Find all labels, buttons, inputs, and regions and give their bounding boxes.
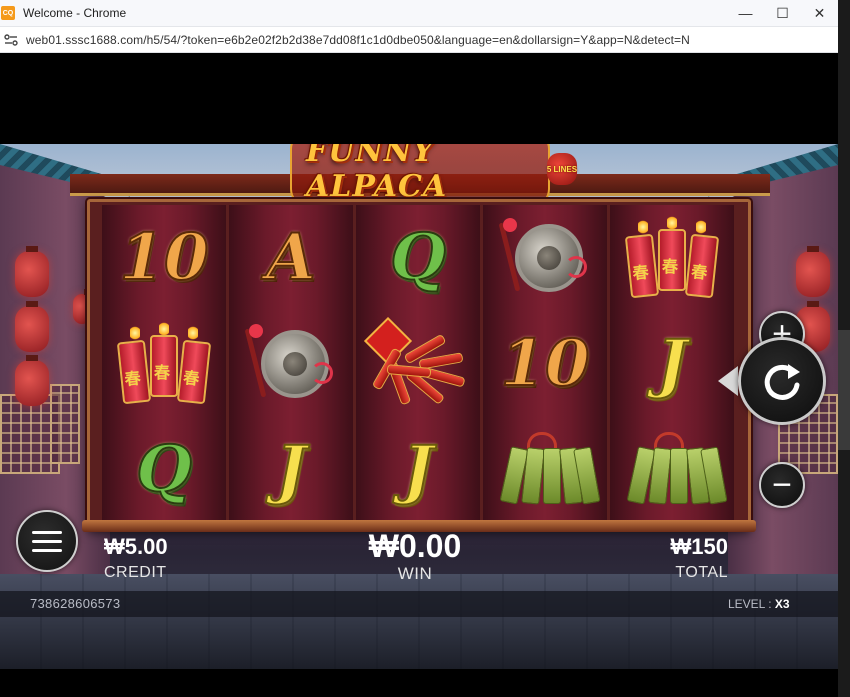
symbol-ten: 10 <box>499 326 590 401</box>
refresh-icon <box>764 364 800 400</box>
reel-symbol: 10 <box>102 205 226 311</box>
address-bar[interactable]: web01.sssc1688.com/h5/54/?token=e6b2e02f… <box>0 27 838 53</box>
level-label: LEVEL : <box>728 597 775 611</box>
bottom-status-bar <box>0 591 838 617</box>
symbol-q: Q <box>389 220 447 295</box>
reel-symbol <box>356 311 480 417</box>
symbol-j: J <box>275 432 307 507</box>
win-value: ₩0.00 <box>368 528 462 564</box>
minimize-button[interactable]: — <box>727 0 764 27</box>
menu-button[interactable] <box>16 510 78 572</box>
firecracker-bundle-icon <box>363 316 473 412</box>
firecrackers-icon: 春 春 春 <box>116 321 212 407</box>
reel-symbol <box>483 205 607 311</box>
bet-level: LEVEL : X3 <box>728 597 790 611</box>
reel-symbol: Q <box>356 205 480 311</box>
reel-symbol: J <box>610 311 734 417</box>
round-id: 738628606573 <box>30 596 121 611</box>
jade-slips-icon <box>624 430 728 510</box>
lines-badge: 5 LINES <box>537 152 587 186</box>
game-logo: FUNNY ALPACA <box>290 144 550 207</box>
lines-badge-text: 5 LINES <box>546 164 578 174</box>
jade-slips-icon <box>497 430 601 510</box>
window-controls: — ☐ ✕ <box>727 0 838 27</box>
reel-symbol: Q <box>102 417 226 523</box>
reel-4: 10 <box>483 205 607 524</box>
hamburger-icon <box>32 530 62 552</box>
reel-symbol: A <box>229 205 353 311</box>
reel-symbol <box>229 311 353 417</box>
symbol-j: J <box>656 326 688 401</box>
reel-symbol <box>610 417 734 523</box>
bet-minus-button[interactable]: − <box>759 462 805 508</box>
credit-label: CREDIT <box>104 564 167 581</box>
gong-icon <box>498 216 587 300</box>
symbol-a: A <box>265 220 317 295</box>
url-text[interactable]: web01.sssc1688.com/h5/54/?token=e6b2e02f… <box>26 33 690 47</box>
win-label: WIN <box>397 564 433 583</box>
app-icon: CQ <box>1 6 15 20</box>
site-info-icon[interactable] <box>4 33 18 47</box>
maximize-button[interactable]: ☐ <box>764 0 801 27</box>
lantern <box>15 246 49 297</box>
reel-symbol <box>483 417 607 523</box>
symbol-j: J <box>402 432 434 507</box>
lantern <box>15 355 49 406</box>
left-lattice-window <box>50 384 80 464</box>
window-title: Welcome - Chrome <box>23 6 127 20</box>
total-label: TOTAL <box>675 564 728 581</box>
level-value: X3 <box>774 597 790 611</box>
spin-button[interactable] <box>738 337 826 425</box>
desktop-edge <box>838 0 850 697</box>
gong-icon <box>244 322 333 406</box>
reel-2: A J <box>229 205 353 524</box>
reel-symbol: 春 春 春 <box>610 205 734 311</box>
close-button[interactable]: ✕ <box>801 0 838 27</box>
total-value: ₩150 <box>670 534 728 559</box>
credit-value: ₩5.00 <box>104 534 168 559</box>
symbol-ten: 10 <box>118 220 209 295</box>
reel-1: 10 春 春 春 Q <box>102 205 226 524</box>
reel-symbol: 10 <box>483 311 607 417</box>
page-viewport: FUNNY ALPACA 5 LINES 10 春 春 春 Q A J Q J … <box>0 53 838 697</box>
reel-5: 春 春 春 J <box>610 205 734 524</box>
symbol-q: Q <box>135 432 193 507</box>
window-titlebar: CQ Welcome - Chrome — ☐ ✕ <box>0 0 838 27</box>
slot-game: FUNNY ALPACA 5 LINES 10 春 春 春 Q A J Q J … <box>0 144 838 669</box>
reel-frame: 10 春 春 春 Q A J Q J 10 春 春 春 J <box>87 199 751 529</box>
reel-symbol: J <box>229 417 353 523</box>
lantern <box>796 246 830 297</box>
reel-symbol: J <box>356 417 480 523</box>
reel-symbol: 春 春 春 <box>102 311 226 417</box>
firecrackers-icon: 春 春 春 <box>624 215 720 301</box>
game-logo-text: FUNNY ALPACA <box>290 144 550 207</box>
reel-3: Q J <box>356 205 480 524</box>
spin-arrow-icon <box>718 366 738 396</box>
lantern <box>15 301 49 352</box>
